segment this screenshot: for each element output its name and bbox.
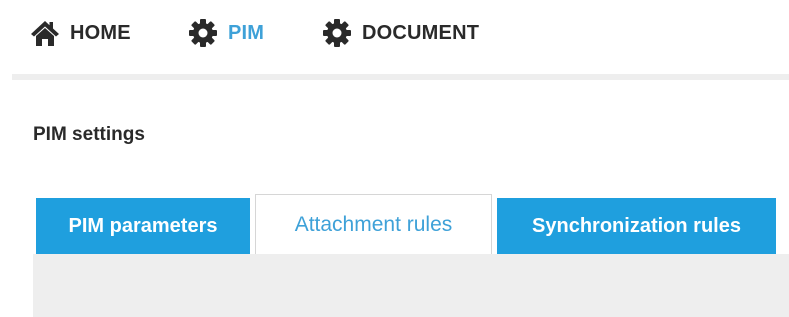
tab-attachment-rules[interactable]: Attachment rules — [255, 194, 492, 254]
nav-label-home: HOME — [70, 21, 131, 44]
gear-icon — [188, 18, 218, 48]
tab-synchronization-rules[interactable]: Synchronization rules — [497, 198, 776, 254]
gear-icon — [322, 18, 352, 48]
page-title: PIM settings — [33, 124, 145, 145]
home-icon — [30, 18, 60, 48]
nav-label-document: DOCUMENT — [362, 21, 480, 44]
nav-divider — [12, 74, 789, 80]
nav-label-pim: PIM — [228, 21, 265, 44]
page: HOME PIM DOCUMENT PIM settings PIM param… — [0, 0, 789, 317]
settings-tabs: PIM parameters Attachment rules Synchron… — [0, 194, 789, 254]
tab-pim-parameters[interactable]: PIM parameters — [36, 198, 250, 254]
nav-item-document[interactable]: DOCUMENT — [322, 18, 479, 48]
nav-item-home[interactable]: HOME — [30, 18, 131, 48]
top-navigation: HOME PIM DOCUMENT — [0, 0, 789, 64]
nav-item-pim[interactable]: PIM — [188, 18, 264, 48]
tab-content-panel — [33, 254, 789, 317]
